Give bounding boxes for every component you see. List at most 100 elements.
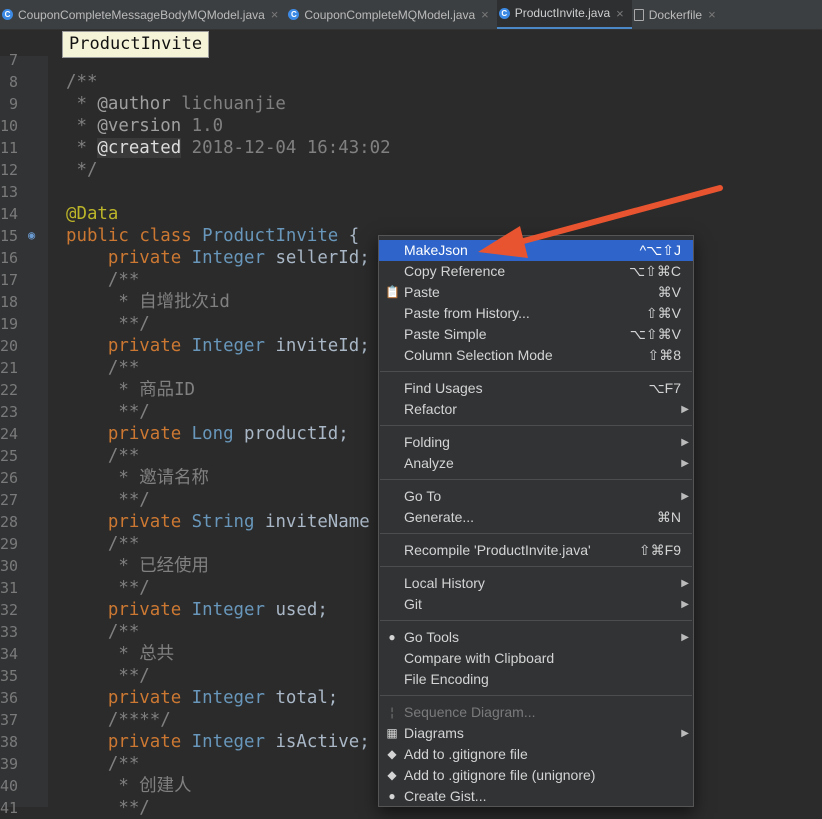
code-line: private Integer used; <box>107 600 328 620</box>
menu-item-shortcut: ⌘V <box>657 284 681 300</box>
line-number: 14 <box>0 205 18 223</box>
line-number: 19 <box>0 315 18 333</box>
code-line: **/ <box>66 578 150 598</box>
tab-label: CouponCompleteMessageBodyMQModel.java <box>18 7 265 22</box>
menu-item-go-to[interactable]: Go To ▶ <box>379 486 693 507</box>
menu-item-file-encoding[interactable]: File Encoding <box>379 669 693 690</box>
menu-item-add-to-gitignore-file[interactable]: ◆ Add to .gitignore file <box>379 744 693 765</box>
menu-separator <box>380 533 692 534</box>
menu-item-refactor[interactable]: Refactor ▶ <box>379 399 693 420</box>
code-line: /** <box>66 270 140 290</box>
code-line: * 总共 <box>66 644 175 664</box>
menu-item-shortcut: ⌥⇧⌘V <box>629 326 681 342</box>
submenu-arrow-icon: ▶ <box>681 599 689 610</box>
menu-item-label: Paste <box>404 284 440 300</box>
code-line: public class ProductInvite { <box>66 226 360 246</box>
code-line: private Integer total; <box>107 688 339 708</box>
menu-item-generate[interactable]: Generate... ⌘N <box>379 507 693 528</box>
menu-separator <box>380 620 692 621</box>
submenu-arrow-icon: ▶ <box>681 437 689 448</box>
menu-item-label: Sequence Diagram... <box>404 704 536 720</box>
menu-item-recompile-productinvite-java[interactable]: Recompile 'ProductInvite.java' ⇧⌘F9 <box>379 540 693 561</box>
line-number-gutter: 7 8 9 10 11 12 13 14 15 ◉ 16 17 18 19 20 21 22 23 24 25 26 27… <box>0 51 48 817</box>
menu-item-local-history[interactable]: Local History ▶ <box>379 573 693 594</box>
menu-item-diagrams[interactable]: ▦ Diagrams ▶ <box>379 723 693 744</box>
editor-tab[interactable]: C ProductInvite.java × <box>496 0 632 29</box>
line-number: 28 <box>0 513 18 531</box>
close-icon[interactable]: × <box>271 7 279 22</box>
menu-item-label: Paste from History... <box>404 305 530 321</box>
line-number: 37 <box>0 711 18 729</box>
code-line: /** <box>66 534 140 554</box>
line-number: 7 <box>8 51 18 69</box>
line-number: 30 <box>0 557 18 575</box>
menu-item-compare-with-clipboard[interactable]: Compare with Clipboard <box>379 648 693 669</box>
menu-item-go-tools[interactable]: ● Go Tools ▶ <box>379 627 693 648</box>
menu-item-label: File Encoding <box>404 671 489 687</box>
code-line: **/ <box>66 314 150 334</box>
submenu-arrow-icon: ▶ <box>681 632 689 643</box>
menu-item-label: Paste Simple <box>404 326 487 342</box>
menu-separator <box>380 425 692 426</box>
menu-item-label: Add to .gitignore file (unignore) <box>404 767 596 783</box>
menu-item-makejson[interactable]: MakeJson ^⌥⇧J <box>379 240 693 261</box>
menu-item-find-usages[interactable]: Find Usages ⌥F7 <box>379 378 693 399</box>
menu-item-paste-simple[interactable]: Paste Simple ⌥⇧⌘V <box>379 324 693 345</box>
close-icon[interactable]: × <box>616 6 624 21</box>
menu-item-label: Go Tools <box>404 629 459 645</box>
menu-item-paste[interactable]: 📋 Paste ⌘V <box>379 282 693 303</box>
breadcrumb[interactable]: ProductInvite <box>62 31 210 58</box>
menu-separator <box>380 479 692 480</box>
code-line: * 自增批次id <box>66 292 230 312</box>
file-icon <box>633 8 644 21</box>
menu-item-shortcut: ⇧⌘F9 <box>638 542 681 558</box>
menu-item-copy-reference[interactable]: Copy Reference ⌥⇧⌘C <box>379 261 693 282</box>
menu-item-folding[interactable]: Folding ▶ <box>379 432 693 453</box>
code-line: * @author lichuanjie <box>66 94 286 114</box>
code-line: private Integer isActive; <box>107 732 370 752</box>
menu-item-label: Go To <box>404 488 442 504</box>
menu-item-label: Git <box>404 596 422 612</box>
line-number: 38 <box>0 733 18 751</box>
tab-label: Dockerfile <box>648 7 703 22</box>
implementation-marker-icon[interactable]: ◉ <box>28 228 35 242</box>
editor-tab[interactable]: C CouponCompleteMQModel.java × <box>286 0 496 29</box>
line-number: 15 <box>0 227 18 245</box>
menu-item-create-gist[interactable]: ● Create Gist... <box>379 786 693 806</box>
java-class-icon: C <box>288 9 300 20</box>
line-number: 32 <box>0 601 18 619</box>
menu-item-git[interactable]: Git ▶ <box>379 594 693 615</box>
line-number: 18 <box>0 293 18 311</box>
menu-item-add-to-gitignore-file-unignore[interactable]: ◆ Add to .gitignore file (unignore) <box>379 765 693 786</box>
line-number: 13 <box>0 183 18 201</box>
line-number: 8 <box>8 73 18 91</box>
code-line: /** <box>66 72 98 92</box>
menu-item-paste-from-history[interactable]: Paste from History... ⇧⌘V <box>379 303 693 324</box>
close-icon[interactable]: × <box>708 7 716 22</box>
code-line: **/ <box>66 402 150 422</box>
code-line: **/ <box>66 798 150 818</box>
editor-tab[interactable]: C CouponCompleteMessageBodyMQModel.java × <box>0 0 286 29</box>
line-number: 31 <box>0 579 18 597</box>
menu-item-label: Find Usages <box>404 380 483 396</box>
code-line: * 邀请名称 <box>66 468 209 488</box>
code-line: **/ <box>66 490 150 510</box>
menu-item-label: Folding <box>404 434 450 450</box>
menu-item-label: Copy Reference <box>404 263 506 279</box>
code-line: * @created 2018-12-04 16:43:02 <box>66 138 391 158</box>
menu-item-column-selection-mode[interactable]: Column Selection Mode ⇧⌘8 <box>379 345 693 366</box>
editor-tab[interactable]: Dockerfile × <box>632 0 724 29</box>
code-line: /** <box>66 622 140 642</box>
line-number: 17 <box>0 271 18 289</box>
line-number: 26 <box>0 469 18 487</box>
line-number: 29 <box>0 535 18 553</box>
menu-item-shortcut: ⌥⇧⌘C <box>629 263 681 279</box>
java-class-icon: C <box>498 7 510 19</box>
line-number: 20 <box>0 337 18 355</box>
close-icon[interactable]: × <box>481 7 489 22</box>
code-line: private Integer inviteId; <box>107 336 370 356</box>
line-number: 36 <box>0 689 18 707</box>
menu-item-analyze[interactable]: Analyze ▶ <box>379 453 693 474</box>
menu-item-label: Generate... <box>404 509 475 525</box>
menu-separator <box>380 371 692 372</box>
